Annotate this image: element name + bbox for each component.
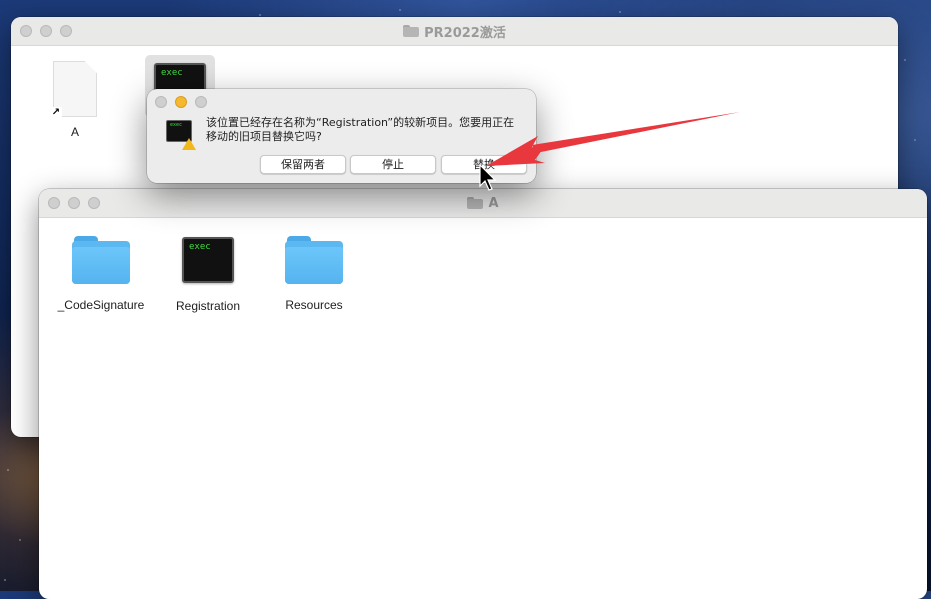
close-button[interactable] [155, 96, 167, 108]
window-title: PR2022激活 [11, 17, 898, 45]
window-title-text: PR2022激活 [424, 25, 506, 41]
replace-confirm-dialog[interactable]: exec 该位置已经存在名称为“Registration”的较新项目。您要用正在… [147, 89, 536, 183]
folder-icon [72, 236, 130, 284]
dialog-message: 该位置已经存在名称为“Registration”的较新项目。您要用正在移动的旧项… [206, 116, 515, 143]
warning-icon [182, 138, 196, 150]
stop-button[interactable]: 停止 [350, 155, 436, 174]
folder-item-resources[interactable]: Resources [266, 236, 362, 312]
exec-icon-text: exec [170, 122, 183, 128]
document-alias-icon: ↗ [50, 61, 100, 119]
folder-icon [467, 197, 484, 209]
file-label: Resources [285, 298, 343, 312]
exec-icon-text: exec [189, 242, 211, 252]
file-label: Registration [175, 299, 241, 313]
folder-icon [285, 236, 343, 284]
window-title: A [39, 189, 927, 217]
alias-arrow-icon: ↗ [50, 107, 62, 119]
file-item-alias-a[interactable]: ↗ A [45, 61, 105, 139]
replace-button[interactable]: 替换 [441, 155, 527, 174]
folder-item-codesignature[interactable]: _CodeSignature [53, 236, 149, 312]
folder-icon [403, 25, 420, 37]
exec-icon-text: exec [161, 68, 183, 78]
window-title-text: A [488, 195, 499, 211]
window-titlebar[interactable]: A [39, 189, 927, 218]
keep-both-button[interactable]: 保留两者 [260, 155, 346, 174]
finder-window-a[interactable]: A _CodeSignature exec Registration Resou… [39, 189, 927, 599]
minimize-button[interactable] [175, 96, 187, 108]
dialog-window-controls [155, 96, 207, 108]
zoom-button[interactable] [195, 96, 207, 108]
exec-warning-icon: exec [166, 120, 196, 150]
exec-icon: exec [182, 237, 234, 283]
file-label: _CodeSignature [57, 298, 145, 312]
window-titlebar[interactable]: PR2022激活 [11, 17, 898, 46]
file-label: A [70, 125, 79, 139]
file-item-registration[interactable]: exec Registration [160, 237, 256, 313]
